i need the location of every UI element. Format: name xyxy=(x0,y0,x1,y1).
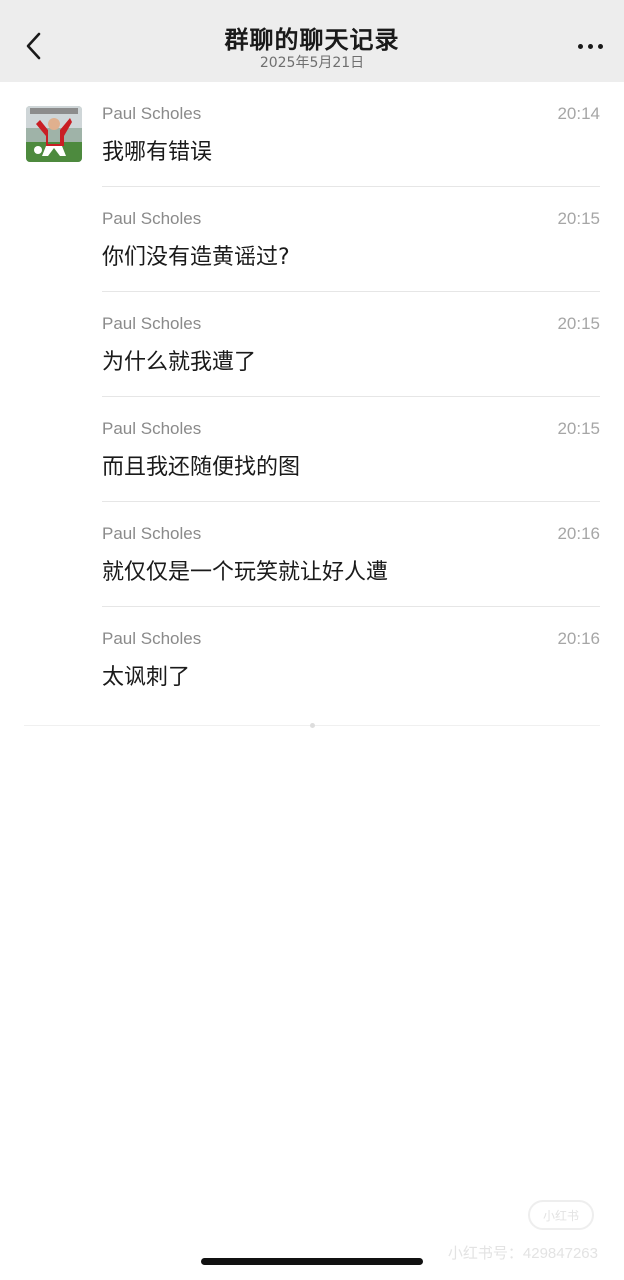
more-icon-dot xyxy=(587,43,593,49)
message-text: 太讽刺了 xyxy=(102,665,191,690)
message-text: 我哪有错误 xyxy=(102,140,213,165)
message-time: 20:14 xyxy=(557,104,600,123)
message-item[interactable]: Paul Scholes 20:15 为什么就我遭了 xyxy=(102,292,600,397)
home-indicator[interactable] xyxy=(201,1258,423,1265)
avatar[interactable] xyxy=(26,106,82,162)
message-item[interactable]: Paul Scholes 20:15 你们没有造黄谣过? xyxy=(102,187,600,292)
watermark-text: 小红书号：429847263 xyxy=(447,1245,598,1262)
more-options-button[interactable] xyxy=(568,30,612,62)
message-text: 就仅仅是一个玩笑就让好人遭 xyxy=(102,560,389,585)
message-item[interactable]: Paul Scholes 20:15 而且我还随便找的图 xyxy=(102,397,600,502)
message-item[interactable]: Paul Scholes 20:14 我哪有错误 xyxy=(102,82,600,187)
message-sender: Paul Scholes xyxy=(102,104,202,123)
list-end-dot xyxy=(310,723,315,728)
message-sender: Paul Scholes xyxy=(102,314,202,333)
message-item[interactable]: Paul Scholes 20:16 就仅仅是一个玩笑就让好人遭 xyxy=(102,502,600,607)
message-time: 20:16 xyxy=(557,629,600,648)
message-item[interactable]: Paul Scholes 20:16 太讽刺了 xyxy=(102,607,600,712)
message-text: 为什么就我遭了 xyxy=(102,350,257,375)
watermark-logo: 小红书 xyxy=(528,1200,594,1230)
message-text: 你们没有造黄谣过? xyxy=(102,245,290,270)
message-time: 20:15 xyxy=(557,419,600,438)
message-sender: Paul Scholes xyxy=(102,629,202,648)
message-sender: Paul Scholes xyxy=(102,524,202,543)
page-title: 群聊的聊天记录 xyxy=(224,26,400,54)
message-sender: Paul Scholes xyxy=(102,209,202,228)
more-icon-dot xyxy=(597,43,603,49)
more-icon-dot xyxy=(577,43,583,49)
message-time: 20:15 xyxy=(557,209,600,228)
navigation-bar: 群聊的聊天记录 2025年5月21日 xyxy=(0,0,624,82)
chat-record-list: Paul Scholes 20:14 我哪有错误 Paul Scholes 20… xyxy=(102,82,600,712)
player-avatar-image xyxy=(26,106,82,162)
message-time: 20:15 xyxy=(557,314,600,333)
message-sender: Paul Scholes xyxy=(102,419,202,438)
page-date: 2025年5月21日 xyxy=(259,55,365,71)
message-time: 20:16 xyxy=(557,524,600,543)
message-text: 而且我还随便找的图 xyxy=(102,455,301,480)
